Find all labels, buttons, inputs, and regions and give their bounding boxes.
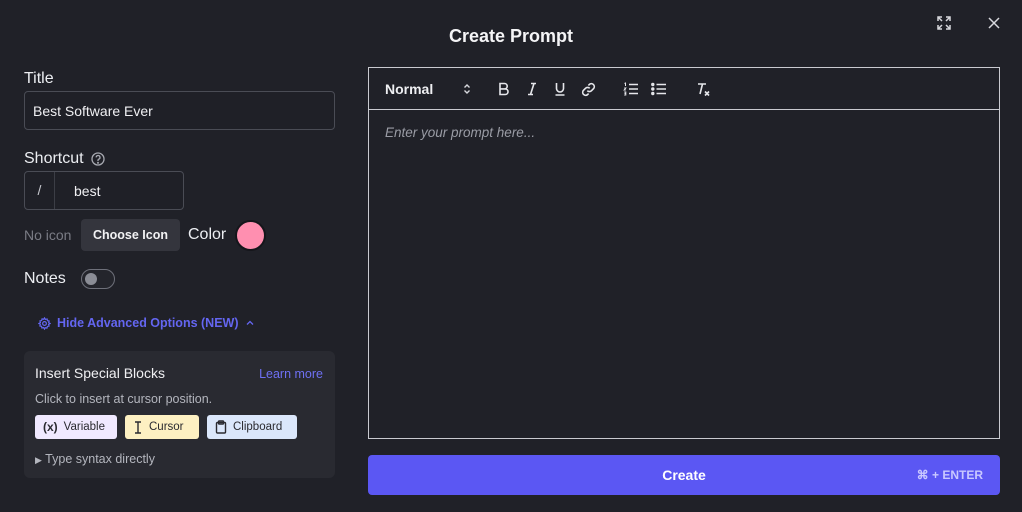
cursor-chip-label: Cursor: [149, 421, 184, 433]
card-subtitle: Click to insert at cursor position.: [35, 392, 213, 406]
hide-advanced-options-link[interactable]: Hide Advanced Options (NEW): [38, 316, 255, 330]
notes-label: Notes: [24, 270, 66, 287]
gear-icon: [38, 316, 51, 330]
italic-icon[interactable]: [523, 80, 541, 98]
no-icon-text: No icon: [24, 227, 72, 243]
toggle-knob: [85, 273, 97, 285]
shortcut-label: Shortcut: [24, 150, 84, 167]
notes-toggle[interactable]: [81, 269, 115, 289]
chevron-up-icon: [246, 320, 253, 325]
special-blocks-card: Insert Special Blocks Learn more Click t…: [24, 351, 335, 478]
text-cursor-icon: [135, 420, 141, 434]
advanced-options-label: Hide Advanced Options (NEW): [57, 316, 239, 330]
create-button[interactable]: Create ⌘ + ENTER: [368, 455, 1000, 495]
bullet-list-icon[interactable]: [650, 80, 668, 98]
editor-toolbar: Normal: [369, 68, 999, 110]
clear-format-icon[interactable]: [694, 80, 712, 98]
underline-icon[interactable]: [551, 80, 569, 98]
clipboard-chip[interactable]: Clipboard: [207, 415, 297, 439]
variable-chip[interactable]: (x) Variable: [35, 415, 117, 439]
title-input-value: Best Software Ever: [33, 102, 153, 119]
title-label: Title: [24, 70, 54, 87]
close-icon[interactable]: [985, 14, 1003, 32]
type-syntax-toggle[interactable]: ▶ Type syntax directly: [35, 452, 155, 466]
ordered-list-icon[interactable]: [622, 80, 640, 98]
expand-icon[interactable]: [935, 14, 953, 32]
title-input[interactable]: Best Software Ever: [24, 91, 335, 130]
color-swatch[interactable]: [235, 220, 266, 251]
bold-icon[interactable]: [495, 80, 513, 98]
cursor-chip[interactable]: Cursor: [125, 415, 199, 439]
dialog-title: Create Prompt: [448, 26, 574, 46]
shortcut-value: best: [74, 182, 101, 199]
disclosure-triangle-icon: ▶: [35, 455, 42, 465]
choose-icon-button[interactable]: Choose Icon: [81, 219, 180, 251]
prompt-text-area[interactable]: Enter your prompt here...: [385, 125, 535, 140]
variable-icon: (x): [43, 420, 58, 434]
card-title: Insert Special Blocks: [35, 365, 165, 381]
shortcut-input[interactable]: / best: [24, 171, 184, 210]
create-shortcut-hint: ⌘ + ENTER: [916, 468, 983, 482]
clipboard-icon: [215, 420, 227, 434]
shortcut-prefix: /: [25, 172, 55, 209]
color-label: Color: [188, 226, 227, 243]
type-syntax-label: Type syntax directly: [45, 452, 155, 466]
link-icon[interactable]: [579, 80, 597, 98]
format-select[interactable]: Normal: [385, 81, 471, 97]
prompt-editor: Normal Enter your prompt here...: [368, 67, 1000, 439]
learn-more-link[interactable]: Learn more: [259, 367, 323, 381]
format-select-value: Normal: [385, 81, 434, 97]
create-button-label: Create: [662, 467, 706, 483]
clipboard-chip-label: Clipboard: [233, 421, 283, 433]
select-arrows-icon: [464, 84, 470, 94]
variable-chip-label: Variable: [63, 421, 106, 433]
help-icon[interactable]: [91, 152, 105, 166]
